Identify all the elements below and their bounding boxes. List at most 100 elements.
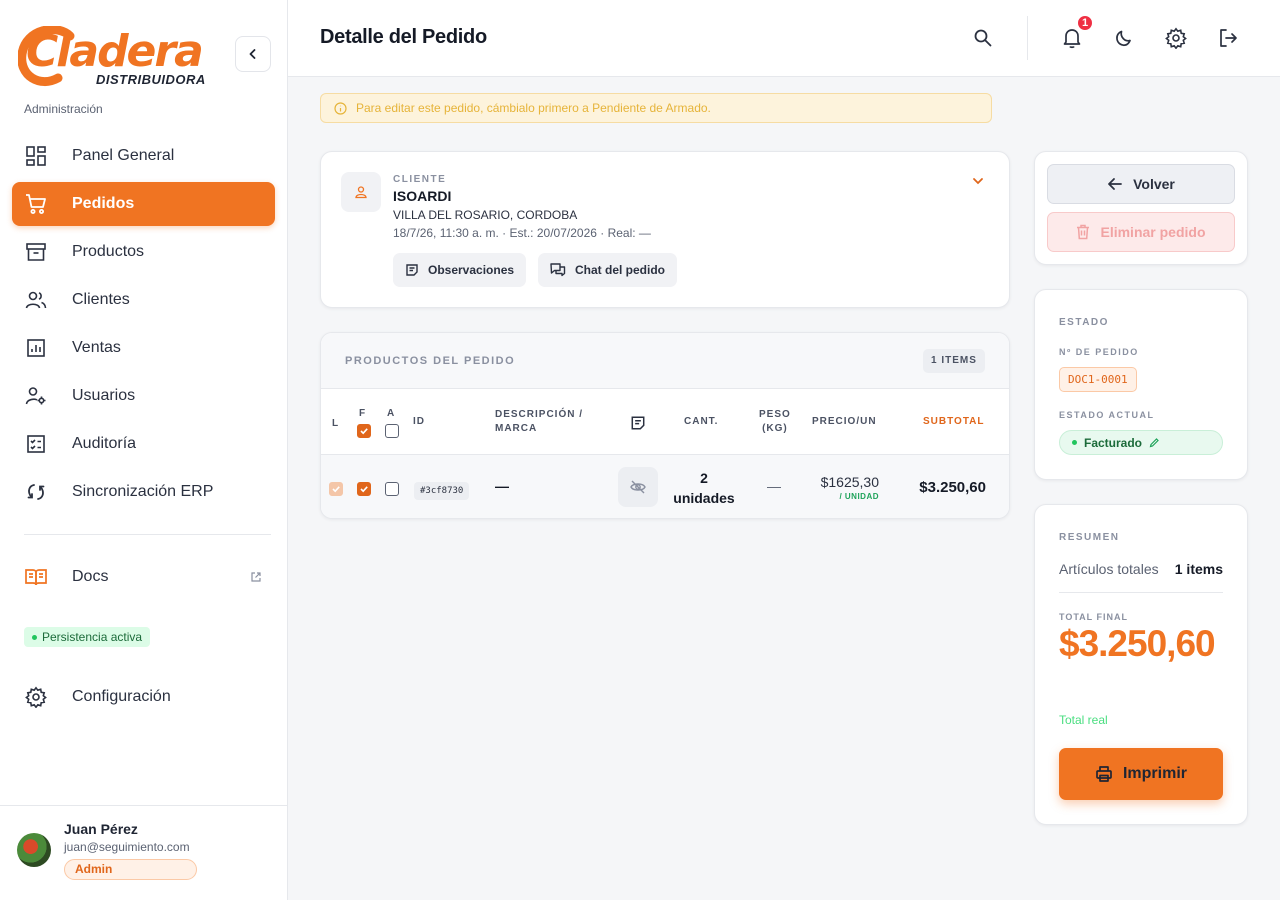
alert-text: Para editar este pedido, cámbialo primer… [356, 101, 711, 115]
print-button[interactable]: Imprimir [1059, 748, 1223, 800]
column-header-weight-line2: (KG) [762, 423, 788, 434]
status-title: ESTADO [1059, 317, 1109, 328]
table-row[interactable]: #3cf8730 — 2 unidades — $1625,30 / UNIDA… [321, 454, 1009, 518]
sidebar-item-docs[interactable]: Docs [12, 555, 275, 599]
sync-icon [24, 480, 48, 504]
sidebar-item-label: Auditoría [72, 435, 137, 452]
notification-count-badge: 1 [1076, 14, 1094, 32]
external-link-icon [250, 571, 262, 583]
eye-off-icon [630, 480, 646, 494]
back-label: Volver [1133, 176, 1175, 192]
users-icon [24, 288, 48, 312]
sidebar-item-label: Sincronización ERP [72, 483, 214, 500]
archive-icon [24, 240, 48, 264]
search-button[interactable] [971, 26, 995, 50]
products-count-badge: 1 ITEMS [923, 349, 985, 373]
product-qty-unit: unidades [673, 490, 735, 506]
user-name: Juan Pérez [64, 821, 138, 837]
top-header: Detalle del Pedido 1 [288, 0, 1280, 77]
row-a-checkbox[interactable] [385, 482, 399, 496]
column-header-description-line1: DESCRIPCIÓN / [495, 409, 584, 420]
search-icon [974, 29, 992, 47]
sidebar-section-label: Administración [24, 102, 103, 116]
chart-icon [24, 336, 48, 360]
user-icon [355, 186, 367, 199]
info-icon [334, 101, 347, 115]
column-header-qty: CANT. [684, 416, 719, 427]
column-header-a: A [387, 408, 396, 419]
observations-label: Observaciones [428, 263, 515, 277]
chat-icon [550, 263, 566, 277]
user-email: juan@seguimiento.com [64, 840, 190, 854]
sidebar-item-panel-general[interactable]: Panel General [12, 134, 275, 178]
order-chat-button[interactable]: Chat del pedido [538, 253, 677, 287]
status-dot-icon [32, 634, 37, 640]
row-f-checkbox[interactable] [357, 482, 371, 496]
chevron-down-icon [973, 178, 983, 185]
products-header: PRODUCTOS DEL PEDIDO 1 ITEMS [321, 333, 1009, 389]
sidebar: Cladera DISTRIBUIDORA Administración Pan… [0, 0, 288, 900]
logout-button[interactable] [1216, 26, 1240, 50]
product-qty-value: 2 [700, 470, 708, 486]
printer-icon [1095, 765, 1113, 783]
chat-label: Chat del pedido [575, 263, 665, 277]
column-header-description: DESCRIPCIÓN / MARCA [495, 408, 583, 436]
avatar [17, 833, 51, 867]
sidebar-item-auditoria[interactable]: Auditoría [12, 422, 275, 466]
sidebar-item-label: Configuración [72, 688, 171, 705]
book-icon [24, 565, 48, 589]
status-card: ESTADO Nº DE PEDIDO DOC1-0001 ESTADO ACT… [1034, 289, 1248, 480]
sidebar-item-ventas[interactable]: Ventas [12, 326, 275, 370]
product-id: #3cf8730 [414, 482, 470, 500]
client-dates: 18/7/26, 11:30 a. m. · Est.: 20/07/2026 … [393, 226, 651, 240]
total-label: TOTAL FINAL [1059, 612, 1128, 622]
product-qty: 2 unidades [663, 468, 745, 508]
dashboard-icon [24, 144, 48, 168]
sidebar-item-productos[interactable]: Productos [12, 230, 275, 274]
summary-items-value: 1 items [1174, 561, 1223, 577]
summary-items-label: Artículos totales [1059, 561, 1159, 577]
column-header-price: PRECIO/UN [812, 416, 877, 427]
expand-client-button[interactable] [971, 174, 985, 193]
delete-label: Eliminar pedido [1100, 224, 1206, 240]
page-title: Detalle del Pedido [320, 26, 487, 48]
delete-order-button[interactable]: Eliminar pedido [1047, 212, 1235, 252]
brand-logo[interactable]: Cladera DISTRIBUIDORA [18, 22, 218, 92]
sidebar-item-label: Pedidos [72, 195, 135, 212]
order-number-label: Nº DE PEDIDO [1059, 347, 1139, 357]
row-l-checkbox[interactable] [329, 482, 343, 496]
sidebar-item-pedidos[interactable]: Pedidos [12, 182, 275, 226]
sidebar-item-label: Productos [72, 243, 145, 260]
theme-toggle-button[interactable] [1112, 26, 1136, 50]
select-all-a-checkbox[interactable] [385, 424, 399, 438]
select-all-f-checkbox[interactable] [357, 424, 371, 438]
user-role-badge: Admin [64, 859, 197, 880]
current-state-badge[interactable]: Facturado [1059, 430, 1223, 455]
actions-card: Volver Eliminar pedido [1034, 151, 1248, 265]
back-button[interactable]: Volver [1047, 164, 1235, 204]
settings-button[interactable] [1164, 26, 1188, 50]
sidebar-item-label: Usuarios [72, 387, 136, 404]
column-header-id: ID [413, 416, 425, 427]
print-label: Imprimir [1122, 765, 1187, 782]
sidebar-item-label: Clientes [72, 291, 130, 308]
collapse-sidebar-button[interactable] [235, 36, 271, 72]
logout-icon [1220, 29, 1237, 47]
notes-column-icon [630, 415, 646, 436]
arrow-left-icon [1107, 176, 1123, 192]
audit-icon [24, 432, 48, 456]
product-price: $1625,30 [820, 474, 879, 490]
column-header-f: F [359, 408, 367, 419]
sidebar-item-usuarios[interactable]: Usuarios [12, 374, 275, 418]
toggle-notes-button[interactable] [618, 467, 658, 507]
total-note: Total real [1059, 713, 1108, 727]
sidebar-item-clientes[interactable]: Clientes [12, 278, 275, 322]
observations-button[interactable]: Observaciones [393, 253, 527, 287]
sidebar-item-configuracion[interactable]: Configuración [12, 675, 275, 719]
summary-divider [1059, 592, 1223, 593]
product-subtotal: $3.250,60 [919, 479, 986, 496]
sidebar-item-label: Ventas [72, 339, 121, 356]
sidebar-item-sincronizacion-erp[interactable]: Sincronización ERP [12, 470, 275, 514]
user-profile[interactable]: Juan Pérez juan@seguimiento.com Admin [0, 805, 287, 900]
column-header-subtotal: SUBTOTAL [923, 416, 985, 427]
